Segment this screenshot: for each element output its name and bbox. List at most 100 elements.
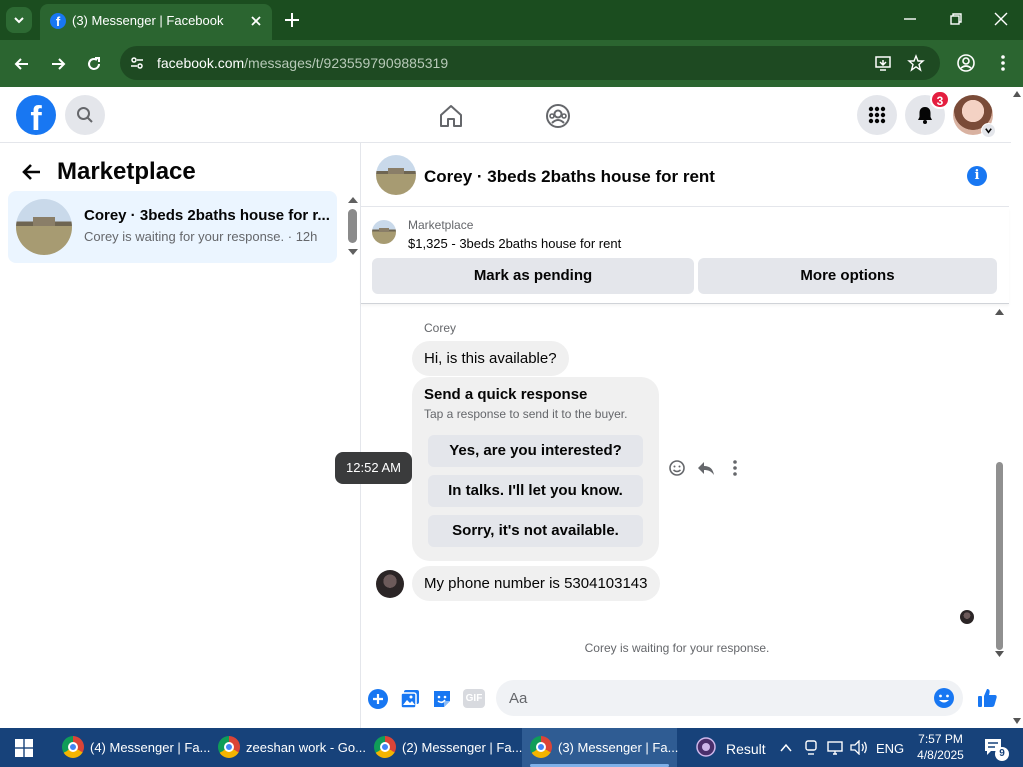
more-actions-icon[interactable] — [726, 459, 744, 477]
quick-response-option[interactable]: In talks. I'll let you know. — [428, 475, 643, 507]
result-widget[interactable]: Result — [695, 728, 775, 767]
taskbar-item-active[interactable]: (3) Messenger | Fa... — [522, 728, 679, 767]
new-tab-icon[interactable] — [282, 10, 302, 30]
minimize-icon[interactable] — [902, 11, 918, 27]
more-options-button[interactable]: More options — [698, 258, 997, 294]
clock[interactable]: 7:57 PM 4/8/2025 — [913, 731, 968, 763]
message-input-placeholder: Aa — [509, 690, 528, 707]
listing-thumbnail[interactable] — [372, 220, 396, 244]
install-app-icon[interactable] — [874, 54, 892, 72]
address-bar[interactable]: facebook.com/messages/t/9235597909885319 — [120, 46, 940, 80]
chat-title[interactable]: Corey · 3beds 2baths house for rent — [424, 167, 715, 187]
listing-banner: Marketplace $1,325 - 3beds 2baths house … — [361, 208, 1009, 304]
meet-now-icon[interactable] — [804, 740, 818, 755]
notification-badge: 3 — [930, 90, 950, 109]
chrome-icon — [218, 736, 240, 758]
scrollbar-thumb[interactable] — [348, 209, 357, 243]
account-chevron[interactable] — [981, 123, 996, 138]
windows-start-icon[interactable] — [15, 739, 33, 757]
bookmark-star-icon[interactable] — [907, 54, 925, 72]
quick-response-option[interactable]: Yes, are you interested? — [428, 435, 643, 467]
photo-icon[interactable] — [399, 688, 421, 710]
facebook-logo-icon[interactable]: f — [16, 95, 56, 135]
mark-as-pending-button[interactable]: Mark as pending — [372, 258, 694, 294]
back-arrow-icon[interactable] — [22, 163, 42, 181]
sender-name: Corey — [424, 321, 457, 335]
message-input[interactable]: Aa — [496, 680, 963, 716]
profile-icon[interactable] — [956, 53, 976, 73]
chat-avatar[interactable] — [376, 155, 416, 195]
plus-circle-icon[interactable] — [367, 688, 389, 710]
result-label: Result — [726, 741, 766, 757]
timestamp-tooltip: 12:52 AM — [335, 452, 412, 484]
search-button[interactable] — [65, 95, 105, 135]
scroll-up-arrow-icon[interactable] — [995, 309, 1004, 315]
language-indicator[interactable]: ENG — [876, 741, 904, 756]
conversation-list-panel: Marketplace Corey · 3beds 2baths house f… — [0, 143, 361, 728]
window-close-icon[interactable] — [993, 11, 1009, 27]
thumbs-up-icon[interactable] — [976, 687, 998, 709]
scroll-up-arrow-icon[interactable] — [348, 197, 358, 203]
info-icon[interactable]: i — [967, 166, 987, 186]
chrome-icon — [62, 736, 84, 758]
bell-icon — [918, 107, 932, 124]
search-icon — [77, 107, 93, 123]
kebab-menu-icon[interactable] — [993, 53, 1013, 73]
notification-center-badge: 9 — [995, 747, 1009, 761]
message-composer: GIF Aa — [361, 677, 1009, 728]
site-settings-icon[interactable] — [129, 55, 145, 71]
chrome-icon — [530, 736, 552, 758]
forward-arrow-icon[interactable] — [48, 54, 68, 74]
clock-time: 7:57 PM — [918, 732, 963, 746]
chat-panel: Corey · 3beds 2baths house for rent i Ma… — [335, 143, 1011, 728]
conversation-name: Corey · 3beds 2baths house for r... — [84, 207, 330, 224]
reload-icon[interactable] — [84, 54, 104, 74]
facebook-header: f 3 — [0, 87, 1011, 143]
menu-button[interactable] — [857, 95, 897, 135]
waiting-status: Corey is waiting for your response. — [584, 641, 770, 655]
panel-title: Marketplace — [57, 158, 196, 185]
quick-response-title: Send a quick response — [424, 386, 588, 403]
conversation-preview: Corey is waiting for your response. · 12… — [84, 229, 318, 244]
conversation-item[interactable]: Corey · 3beds 2baths house for r... Core… — [8, 191, 337, 263]
chevron-up-icon[interactable] — [780, 743, 792, 752]
scroll-down-arrow-icon[interactable] — [995, 651, 1004, 657]
quick-response-option[interactable]: Sorry, it's not available. — [428, 515, 643, 547]
message-bubble[interactable]: My phone number is 5304103143 — [412, 566, 660, 601]
page-scrollbar[interactable] — [1011, 87, 1023, 728]
browser-tab-active[interactable]: f (3) Messenger | Facebook — [40, 4, 272, 40]
reply-icon[interactable] — [696, 459, 716, 477]
thread-scrollbar[interactable] — [993, 305, 1007, 659]
listing-price-title[interactable]: $1,325 - 3beds 2baths house for rent — [408, 236, 621, 251]
account-avatar[interactable] — [953, 95, 996, 138]
network-icon[interactable] — [827, 740, 845, 755]
chat-header: Corey · 3beds 2baths house for rent i — [361, 143, 1009, 207]
taskbar-item[interactable]: (2) Messenger | Fa... — [366, 728, 522, 767]
emoji-icon[interactable] — [933, 687, 955, 709]
scrollbar-thumb[interactable] — [996, 462, 1003, 650]
message-bubble[interactable]: Hi, is this available? — [412, 341, 569, 376]
back-arrow-icon[interactable] — [12, 54, 32, 74]
url-path: /messages/t/9235597909885319 — [244, 55, 449, 71]
close-icon[interactable] — [248, 13, 264, 29]
groups-icon[interactable] — [545, 103, 571, 129]
gif-icon[interactable]: GIF — [463, 689, 485, 708]
scroll-down-arrow-icon[interactable] — [348, 249, 358, 255]
sender-avatar[interactable] — [376, 570, 404, 598]
restore-icon[interactable] — [948, 11, 964, 27]
taskbar-item[interactable]: (4) Messenger | Fa... — [54, 728, 211, 767]
react-emoji-icon[interactable] — [668, 459, 686, 477]
tab-search-button[interactable] — [6, 7, 32, 33]
scroll-down-arrow-icon[interactable] — [1013, 718, 1021, 724]
scroll-up-arrow-icon[interactable] — [1013, 91, 1021, 97]
taskbar-item-label: (3) Messenger | Fa... — [558, 740, 679, 755]
chevron-down-icon — [14, 17, 24, 24]
taskbar-item[interactable]: zeeshan work - Go... — [210, 728, 366, 767]
home-icon[interactable] — [438, 103, 464, 129]
sticker-icon[interactable] — [431, 688, 453, 710]
clock-date: 4/8/2025 — [917, 748, 964, 762]
listing-source: Marketplace — [408, 218, 474, 232]
taskbar-item-label: (4) Messenger | Fa... — [90, 740, 211, 755]
url-text: facebook.com/messages/t/9235597909885319 — [157, 55, 448, 71]
volume-icon[interactable] — [850, 740, 868, 755]
